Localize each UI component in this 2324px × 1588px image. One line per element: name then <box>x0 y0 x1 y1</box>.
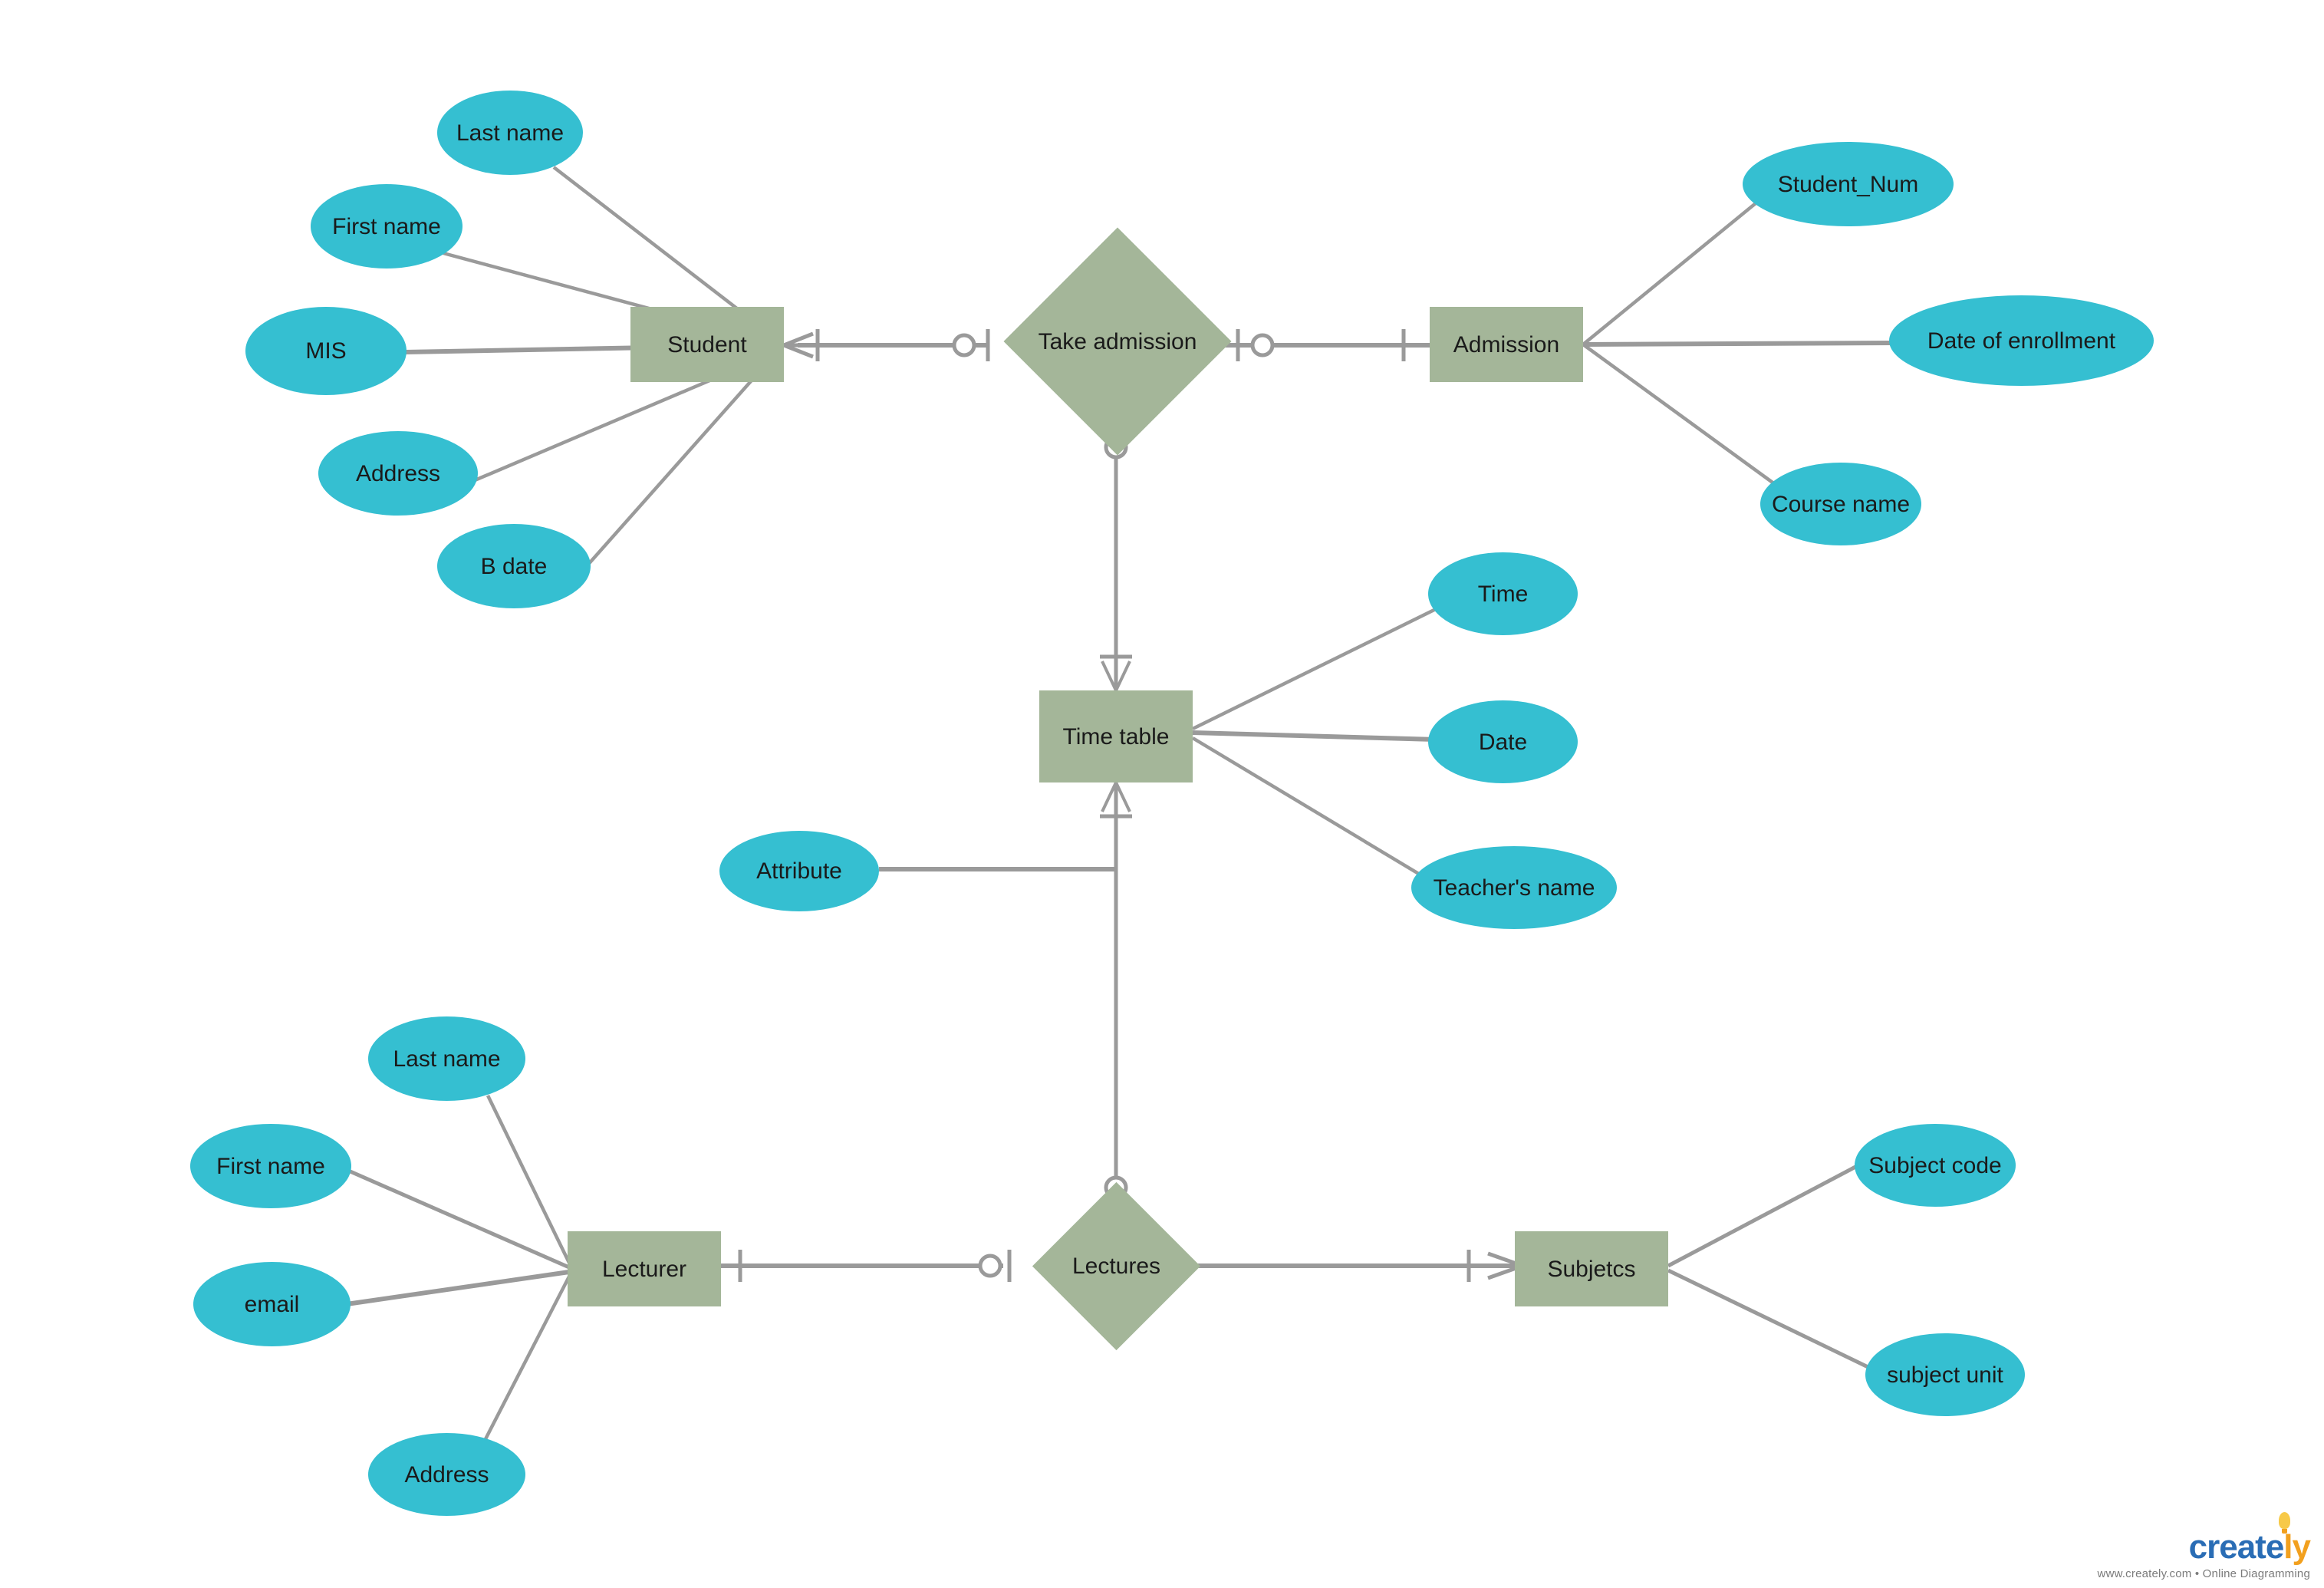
entity-subjects-label: Subjetcs <box>1547 1256 1636 1282</box>
watermark-tagline: www.creately.com • Online Diagramming <box>2097 1567 2310 1580</box>
attribute-label: Address <box>355 460 441 486</box>
wire-student-b-date <box>578 353 776 575</box>
attribute-label: Date <box>1478 729 1528 755</box>
brand-part-crea: creat <box>2188 1528 2266 1566</box>
attribute-student-first-name[interactable]: First name <box>311 184 462 269</box>
wire-subjects-subject-code <box>1667 1156 1873 1268</box>
crowfoot-timetable-top <box>1101 661 1131 691</box>
wire-subjects-subject-unit <box>1667 1268 1882 1375</box>
entity-time-table[interactable]: Time table <box>1039 690 1193 782</box>
relationship-lectures[interactable]: Lectures <box>1032 1181 1201 1351</box>
attribute-timetable-teachers-name[interactable]: Teacher's name <box>1411 846 1617 929</box>
zero-marker-take-admission-left <box>952 333 976 357</box>
entity-time-table-label: Time table <box>1062 723 1170 750</box>
brand-part-te: e <box>2265 1528 2285 1566</box>
attribute-label: Last name <box>393 1046 501 1072</box>
entity-lecturer[interactable]: Lecturer <box>568 1231 721 1306</box>
attribute-label: email <box>244 1291 300 1317</box>
attribute-subjects-subject-unit[interactable]: subject unit <box>1865 1333 2025 1416</box>
wire-lecturer-first-name <box>345 1168 571 1270</box>
wire-admission-course-name <box>1582 343 1779 488</box>
wire-timetable-date <box>1192 730 1437 742</box>
attribute-label: Time <box>1477 581 1529 607</box>
creately-watermark: creately www.creately.com • Online Diagr… <box>2097 1512 2311 1580</box>
attribute-label: First name <box>332 213 441 239</box>
attribute-lecturer-first-name[interactable]: First name <box>190 1124 351 1208</box>
attribute-student-address[interactable]: Address <box>318 431 478 516</box>
attribute-label: Course name <box>1771 491 1911 517</box>
zero-marker-take-admission-right <box>1250 333 1275 357</box>
er-diagram-canvas: Student Admission Time table Lecturer Su… <box>0 0 2324 1588</box>
attribute-label: Date of enrollment <box>1927 328 2116 354</box>
attribute-admission-date-of-enrollment[interactable]: Date of enrollment <box>1889 295 2154 386</box>
attribute-lecturer-last-name[interactable]: Last name <box>368 1016 525 1101</box>
attribute-label: Student_Num <box>1777 171 1919 197</box>
entity-student-label: Student <box>667 331 747 357</box>
wire-timetable-teacher <box>1191 736 1434 884</box>
attribute-admission-student-num[interactable]: Student_Num <box>1743 142 1954 226</box>
attribute-label: First name <box>216 1153 325 1179</box>
attribute-subjects-subject-code[interactable]: Subject code <box>1855 1124 2016 1207</box>
wire-admission-student-num <box>1582 195 1766 346</box>
relationship-lectures-label: Lectures <box>1071 1254 1161 1279</box>
entity-subjects[interactable]: Subjetcs <box>1515 1231 1668 1306</box>
attribute-label: subject unit <box>1887 1362 2003 1388</box>
crowfoot-timetable-bottom <box>1101 782 1131 812</box>
attribute-label: Last name <box>456 120 565 146</box>
entity-lecturer-label: Lecturer <box>601 1256 687 1282</box>
zero-marker-lectures-left <box>978 1254 1002 1278</box>
entity-admission-label: Admission <box>1453 331 1560 357</box>
wire-lecturer-email <box>346 1270 570 1306</box>
attribute-lecturer-email[interactable]: email <box>193 1262 351 1346</box>
attribute-student-mis[interactable]: MIS <box>245 307 407 395</box>
entity-admission[interactable]: Admission <box>1430 307 1583 382</box>
wire-timetable-time <box>1192 604 1443 731</box>
attribute-label: B date <box>480 553 548 579</box>
crowfoot-student-side <box>783 331 814 359</box>
lightbulb-icon <box>2279 1512 2290 1534</box>
attribute-student-b-date[interactable]: B date <box>437 524 591 608</box>
entity-student[interactable]: Student <box>630 307 784 382</box>
attribute-label: MIS <box>305 338 347 364</box>
attribute-student-last-name[interactable]: Last name <box>437 91 583 175</box>
attribute-label: Subject code <box>1868 1152 2002 1178</box>
relationship-take-admission[interactable]: Take admission <box>1003 227 1232 456</box>
attribute-timetable-time[interactable]: Time <box>1428 552 1578 635</box>
attribute-admission-course-name[interactable]: Course name <box>1760 463 1921 545</box>
attribute-label: Address <box>404 1461 489 1488</box>
attribute-label: Teacher's name <box>1433 875 1595 901</box>
brand-part-ly: ly <box>2283 1528 2311 1566</box>
relationship-take-admission-label: Take admission <box>1038 328 1197 354</box>
attribute-label: Attribute <box>756 858 842 884</box>
wire-lecturer-address <box>472 1275 571 1463</box>
wire-admission-date-enroll <box>1582 341 1894 347</box>
attribute-timetable-date[interactable]: Date <box>1428 700 1578 783</box>
attribute-timetable-attribute[interactable]: Attribute <box>719 831 879 911</box>
creately-logo: creately <box>2188 1512 2311 1566</box>
attribute-lecturer-address[interactable]: Address <box>368 1433 525 1516</box>
